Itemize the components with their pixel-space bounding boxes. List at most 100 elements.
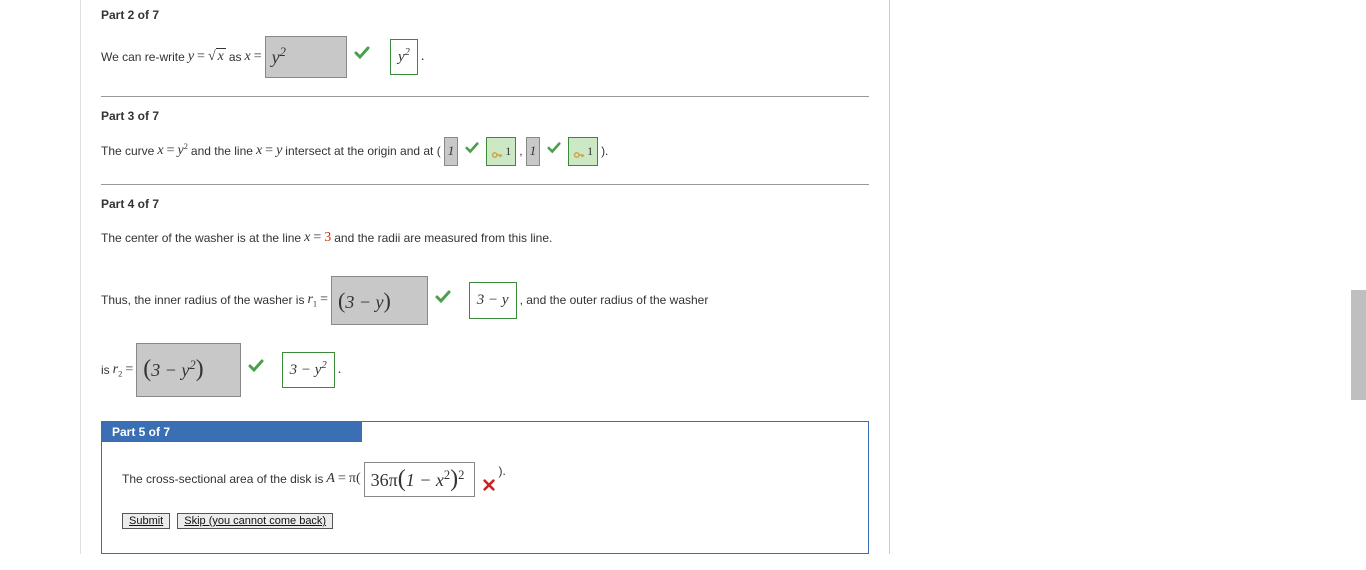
var-x: x: [304, 225, 310, 252]
line-1: The cross-sectional area of the disk is …: [122, 462, 848, 497]
equals: =: [254, 44, 262, 71]
part-3: Part 3 of 7 The curve x = y2 and the lin…: [81, 101, 889, 180]
text: intersect at the origin and at (: [285, 140, 440, 163]
coeff: 36π: [371, 470, 398, 490]
y-squared: y2: [177, 138, 187, 165]
key-value: 1: [505, 144, 511, 158]
submit-button[interactable]: Submit: [122, 513, 170, 529]
answer-exp: 2: [280, 45, 286, 59]
key-value: 1: [587, 144, 593, 158]
part-4-body: The center of the washer is at the line …: [101, 225, 869, 397]
line-1: The center of the washer is at the line …: [101, 225, 869, 252]
r1: r1: [307, 287, 317, 314]
part-header: Part 3 of 7: [101, 109, 869, 123]
equals: =: [265, 138, 273, 165]
close-paren: ).: [478, 464, 505, 478]
part-2-body: We can re-write y = x as x = y2 y2: [101, 36, 869, 78]
correct-answer-r2: 3 − y2: [282, 352, 335, 389]
text: Thus, the inner radius of the washer is: [101, 289, 304, 312]
equals: =: [338, 471, 346, 487]
closing-group: ).: [478, 464, 505, 495]
key-icon: [491, 146, 503, 158]
equals: =: [167, 138, 175, 165]
var-x: x: [256, 138, 262, 165]
part-5: Part 5 of 7 The cross-sectional area of …: [101, 421, 869, 554]
r2: r2: [113, 357, 123, 384]
equals: =: [197, 44, 205, 71]
period: .: [421, 44, 425, 71]
text: The curve: [101, 140, 154, 163]
corr-a: 3 − y: [290, 362, 322, 378]
divider: [101, 96, 869, 97]
part-5-container: Part 5 of 7 The cross-sectional area of …: [81, 421, 889, 554]
text: , and the outer radius of the washer: [520, 289, 709, 312]
sqrt-expr: x: [208, 44, 226, 71]
key-icon: [573, 146, 585, 158]
answer-input-y[interactable]: 1: [526, 137, 541, 166]
equals: =: [125, 357, 133, 384]
line-3: is r2 = (3 − y2) 3 − y2 .: [101, 343, 869, 397]
text: The cross-sectional area of the disk is: [122, 472, 323, 486]
solution-key: 1: [486, 137, 516, 166]
equals: =: [320, 287, 328, 314]
scrollbar-thumb[interactable]: [1351, 290, 1366, 400]
text: is: [101, 359, 110, 382]
cross-icon: [482, 478, 496, 495]
lparen: (: [398, 466, 406, 492]
rparen: ): [383, 288, 390, 313]
comma: ,: [519, 140, 522, 163]
part-2: Part 2 of 7 We can re-write y = x as x =…: [81, 0, 889, 92]
correct-base: y: [398, 49, 405, 65]
part-header-active: Part 5 of 7: [102, 422, 362, 442]
correct-answer: y2: [390, 39, 418, 76]
line-2: Thus, the inner radius of the washer is …: [101, 276, 869, 326]
button-row: Submit Skip (you cannot come back): [122, 513, 848, 529]
pi-open: π(: [349, 471, 361, 487]
rparen: ): [450, 466, 458, 492]
rparen: ): [196, 356, 204, 382]
part-3-body: The curve x = y2 and the line x = y inte…: [101, 137, 869, 166]
corr-exp: 2: [321, 360, 326, 371]
var-x: x: [157, 138, 163, 165]
check-icon: [248, 358, 264, 382]
solution-key: 1: [568, 137, 598, 166]
answer-input-x[interactable]: 1: [444, 137, 459, 166]
text: We can re-write: [101, 46, 185, 69]
exp2: 2: [458, 468, 464, 482]
text: The center of the washer is at the line: [101, 227, 301, 250]
part-4: Part 4 of 7 The center of the washer is …: [81, 189, 889, 411]
correct-exp: 2: [405, 47, 410, 58]
tutorial-content: Part 2 of 7 We can re-write y = x as x =…: [80, 0, 890, 554]
answer-input-area[interactable]: 36π(1 − x2)2: [364, 462, 476, 497]
sub-2: 2: [118, 369, 122, 378]
value-3: 3: [324, 225, 331, 252]
answer-input-r1[interactable]: (3 − y): [331, 276, 428, 326]
sqrt-icon: [208, 49, 216, 63]
check-icon: [354, 45, 370, 69]
answer-base: y: [272, 47, 280, 67]
part-header: Part 4 of 7: [101, 197, 869, 211]
var-y: y: [188, 44, 194, 71]
sub-1: 1: [313, 300, 317, 309]
inner: 1 − x: [406, 470, 444, 490]
text: and the line: [191, 140, 253, 163]
var-x: x: [245, 44, 251, 71]
answer-input-r2[interactable]: (3 − y2): [136, 343, 240, 397]
expr-a: 3 − y: [151, 360, 189, 380]
text: and the radii are measured from this lin…: [334, 227, 552, 250]
close-paren: ).: [601, 140, 608, 163]
exp-2: 2: [184, 142, 188, 151]
sqrt-arg: x: [216, 48, 226, 64]
check-icon: [435, 289, 451, 313]
divider: [101, 184, 869, 185]
check-icon: [465, 140, 479, 163]
equals: =: [313, 225, 321, 252]
correct-answer-r1: 3 − y: [469, 282, 517, 319]
var-A: A: [326, 471, 335, 487]
period: .: [338, 357, 342, 384]
part-5-body: The cross-sectional area of the disk is …: [102, 442, 868, 539]
answer-input[interactable]: y2: [265, 36, 347, 78]
skip-button[interactable]: Skip (you cannot come back): [177, 513, 333, 529]
text: as: [229, 46, 242, 69]
expr: 3 − y: [345, 292, 383, 312]
